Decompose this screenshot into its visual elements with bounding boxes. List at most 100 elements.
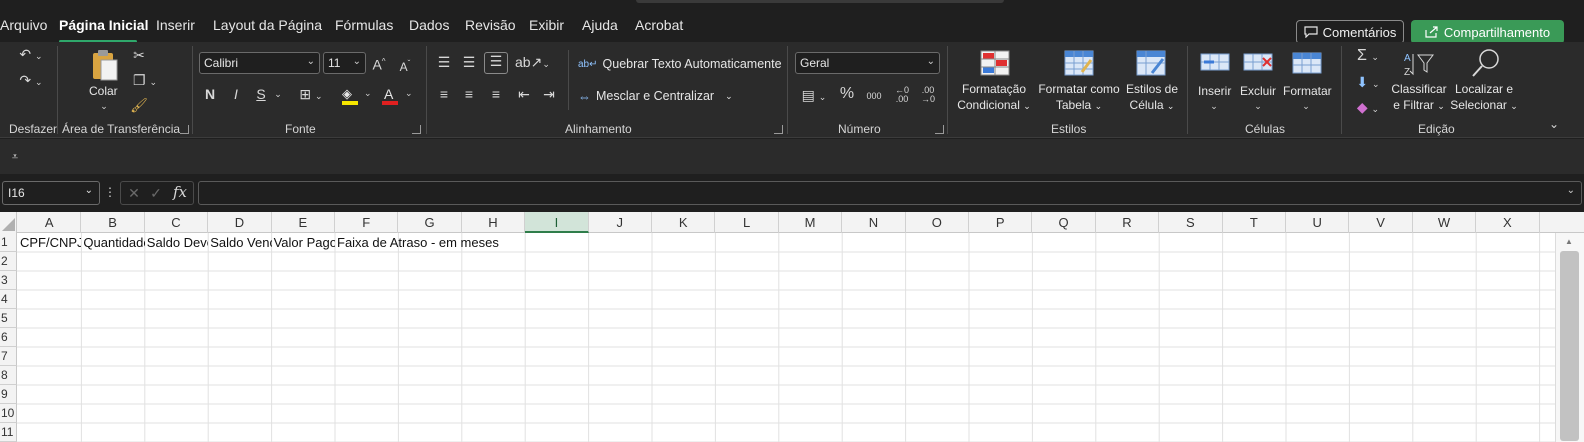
wrap-text-button[interactable]: ab↵ Quebrar Texto Automaticamente (578, 54, 782, 74)
clipboard-launcher-icon[interactable] (180, 125, 189, 134)
chevron-down-icon[interactable]: ⌄ (1298, 98, 1314, 114)
column-header-g[interactable]: G (398, 212, 462, 233)
tab-ajuda[interactable]: Ajuda (582, 17, 618, 33)
column-header-v[interactable]: V (1349, 212, 1413, 233)
font-color-icon[interactable]: A ⌄ (381, 86, 417, 106)
row-header-7[interactable]: 7 (0, 347, 17, 366)
row-header-11[interactable]: 11 (0, 423, 17, 442)
align-bottom-icon[interactable]: ☰ (484, 52, 508, 74)
share-button[interactable]: Compartilhamento (1411, 20, 1564, 44)
column-header-r[interactable]: R (1096, 212, 1160, 233)
chevron-down-icon[interactable]: ⌄ (271, 86, 285, 102)
cell-styles-icon[interactable] (1136, 50, 1166, 76)
cell-f1[interactable]: Faixa de Atraso - em meses (335, 233, 525, 252)
increase-font-icon[interactable]: A^ (370, 54, 388, 73)
borders-icon[interactable]: ⊞ ⌄ (296, 86, 326, 104)
tab-dados[interactable]: Dados (409, 17, 449, 33)
column-header-d[interactable]: D (208, 212, 272, 233)
tab-formulas[interactable]: Fórmulas (335, 17, 393, 33)
column-header-p[interactable]: P (969, 212, 1033, 233)
insert-function-icon[interactable]: fx (171, 184, 189, 200)
chevron-down-icon[interactable]: ⌄ (1206, 98, 1222, 114)
select-all-button[interactable] (0, 212, 17, 233)
format-as-table-icon[interactable] (1064, 50, 1094, 76)
column-header-x[interactable]: X (1476, 212, 1540, 233)
align-middle-icon[interactable]: ☰ (461, 54, 477, 70)
scroll-up-icon[interactable]: ▲ (1565, 237, 1573, 246)
autosum-icon[interactable]: Σ ⌄ (1352, 48, 1384, 65)
cell-a1[interactable]: CPF/CNPJ (18, 233, 81, 252)
column-header-i[interactable]: I (525, 212, 589, 233)
paste-dropdown-icon[interactable]: ⌄ (96, 98, 112, 114)
row-header-8[interactable]: 8 (0, 366, 17, 385)
find-select-icon[interactable] (1470, 48, 1502, 78)
column-header-w[interactable]: W (1413, 212, 1477, 233)
undo-icon[interactable]: ↶ ⌄ (14, 46, 48, 64)
find-select-button[interactable]: Localizar e Selecionar ⌄ (1449, 81, 1519, 114)
decrease-indent-icon[interactable]: ⇤ (516, 86, 532, 102)
conditional-format-icon[interactable] (980, 50, 1010, 76)
column-header-h[interactable]: H (462, 212, 526, 233)
tab-inserir[interactable]: Inserir (156, 17, 195, 33)
search-box-edge[interactable] (636, 0, 1004, 3)
column-header-j[interactable]: J (589, 212, 652, 233)
decrease-decimal-icon[interactable]: .00 →0 (917, 86, 939, 104)
conditional-format-button[interactable]: Formatação Condicional ⌄ (955, 81, 1033, 114)
row-header-10[interactable]: 10 (0, 404, 17, 423)
tab-revisao[interactable]: Revisão (465, 17, 516, 33)
tab-layout-pagina[interactable]: Layout da Página (213, 17, 322, 33)
insert-cells-label[interactable]: Inserir (1198, 83, 1231, 99)
column-header-u[interactable]: U (1286, 212, 1350, 233)
align-top-icon[interactable]: ☰ (436, 54, 452, 70)
sort-filter-button[interactable]: Classificar e Filtrar ⌄ (1387, 81, 1451, 114)
worksheet-grid[interactable]: ABCDEFGHIJKLMNOPQRSTUVWX 1 2 3 4 5 6 7 8 9 10 11 C… (0, 212, 1584, 442)
more-options-icon[interactable]: ⋮ (104, 184, 116, 200)
column-header-o[interactable]: O (906, 212, 969, 233)
collapse-ribbon-icon[interactable]: ⌄ (1544, 116, 1564, 132)
sort-filter-icon[interactable]: AZ (1403, 50, 1435, 78)
font-launcher-icon[interactable] (412, 125, 421, 134)
bold-button[interactable]: N (202, 86, 218, 102)
tab-arquivo[interactable]: Arquivo (0, 17, 47, 33)
cell-c1[interactable]: Saldo Devedor (145, 233, 208, 252)
vertical-scrollbar[interactable]: ▲ (1555, 233, 1584, 442)
decrease-font-icon[interactable]: Aˇ (396, 56, 414, 75)
delete-cells-label[interactable]: Excluir (1240, 83, 1276, 99)
copy-icon[interactable]: ❐ ⌄ (128, 72, 162, 90)
tab-acrobat[interactable]: Acrobat (635, 17, 683, 33)
column-header-e[interactable]: E (272, 212, 335, 233)
tab-exibir[interactable]: Exibir (529, 17, 564, 33)
thousands-button[interactable]: 000 (863, 88, 885, 104)
row-header-4[interactable]: 4 (0, 290, 17, 309)
align-left-icon[interactable]: ≡ (436, 86, 452, 102)
percent-button[interactable]: % (838, 86, 856, 102)
column-header-l[interactable]: L (715, 212, 779, 233)
column-header-b[interactable]: B (81, 212, 145, 233)
row-header-5[interactable]: 5 (0, 309, 17, 328)
insert-cells-icon[interactable] (1200, 50, 1230, 76)
column-header-a[interactable]: A (18, 212, 82, 233)
currency-icon[interactable]: ▤ ⌄ (797, 87, 831, 105)
font-name-combo[interactable]: Calibri ⌄ (199, 52, 320, 74)
customize-qat-icon[interactable]: ⩡ (8, 149, 22, 165)
enter-icon[interactable]: ✓ (149, 185, 163, 201)
italic-button[interactable]: I (228, 86, 244, 102)
row-header-3[interactable]: 3 (0, 271, 17, 290)
increase-indent-icon[interactable]: ⇥ (541, 86, 557, 102)
paste-label[interactable]: Colar (89, 83, 118, 99)
row-header-9[interactable]: 9 (0, 385, 17, 404)
format-cells-label[interactable]: Formatar (1283, 83, 1332, 99)
font-size-combo[interactable]: 11 ⌄ (323, 52, 366, 74)
column-header-t[interactable]: T (1223, 212, 1286, 233)
column-header-m[interactable]: M (779, 212, 843, 233)
cell-e1[interactable]: Valor Pago (272, 233, 335, 252)
redo-icon[interactable]: ↷ ⌄ (14, 72, 48, 90)
column-header-k[interactable]: K (652, 212, 716, 233)
row-header-2[interactable]: 2 (0, 252, 17, 271)
chevron-down-icon[interactable]: ⌄ (1250, 98, 1266, 114)
format-cells-icon[interactable] (1292, 48, 1322, 76)
cancel-icon[interactable]: ✕ (127, 185, 141, 201)
clear-icon[interactable]: ◆ ⌄ (1352, 99, 1384, 117)
fill-color-icon[interactable]: ◈ ⌄ (340, 86, 376, 106)
number-format-combo[interactable]: Geral ⌄ (795, 52, 940, 74)
